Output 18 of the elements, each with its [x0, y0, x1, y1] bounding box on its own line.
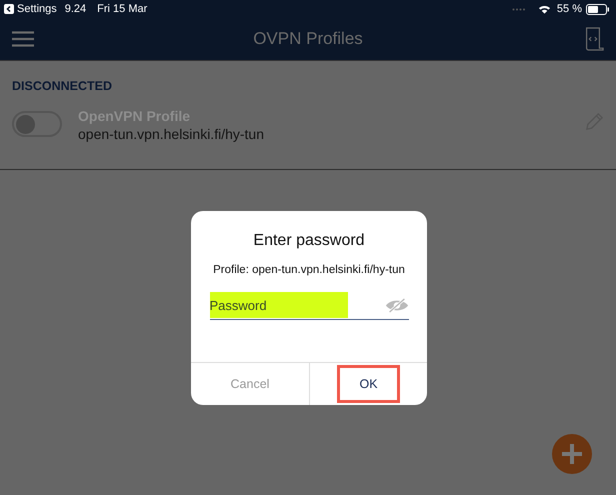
vpn-toggle[interactable] — [12, 111, 62, 137]
battery-level: 55 % — [556, 3, 582, 15]
wifi-icon — [538, 4, 551, 14]
ok-button[interactable]: OK — [337, 365, 400, 403]
hidden-eye-icon[interactable] — [384, 298, 408, 312]
back-link[interactable]: Settings — [17, 3, 57, 15]
signal-icon — [512, 8, 526, 10]
clock: 9.24 — [64, 3, 86, 15]
date: Fri 15 Mar — [97, 3, 148, 15]
back-icon[interactable] — [4, 4, 14, 14]
dialog-title: Enter password — [253, 232, 365, 250]
dialog-message: Profile: open-tun.vpn.helsinki.fi/hy-tun — [213, 264, 405, 276]
battery-icon — [586, 4, 610, 14]
menu-icon[interactable] — [12, 31, 34, 47]
section-heading: DISCONNECTED — [11, 78, 114, 93]
profile-host: open-tun.vpn.helsinki.fi/hy-tun — [78, 126, 265, 142]
screen-title: OVPN Profiles — [252, 29, 364, 49]
add-button[interactable] — [552, 434, 592, 474]
